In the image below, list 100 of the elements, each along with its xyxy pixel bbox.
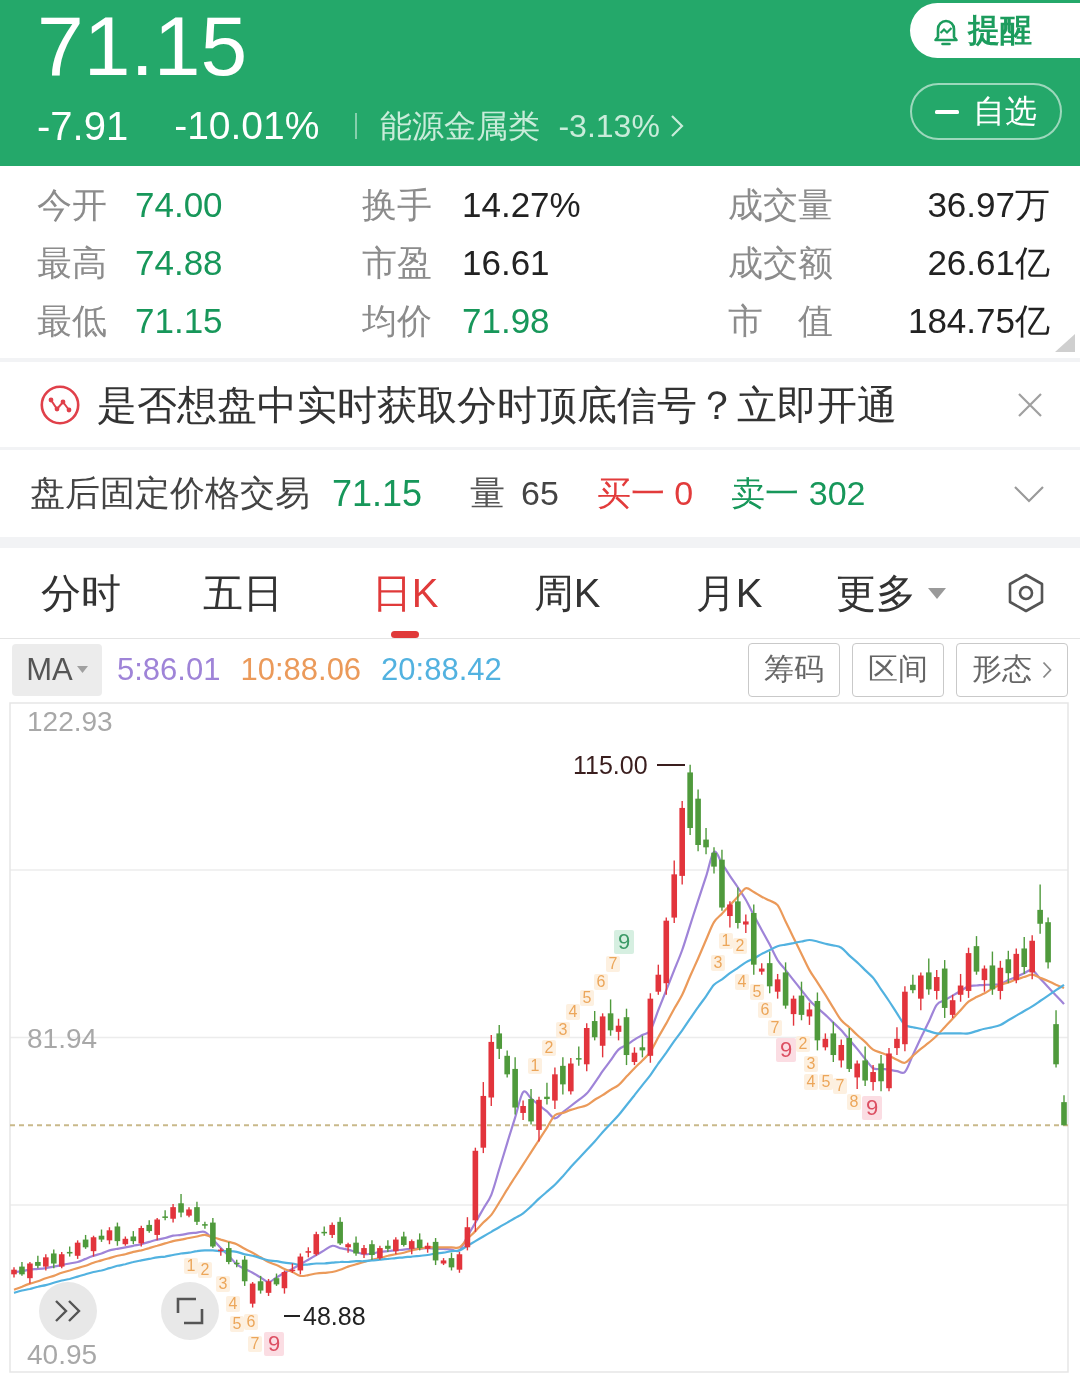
sector-change: -3.13% bbox=[558, 107, 660, 146]
percent-change: -10.01% bbox=[174, 103, 320, 149]
candlestick bbox=[1037, 883, 1043, 935]
axis-price-label: 81.94 bbox=[27, 1023, 98, 1054]
after-hours-title: 盘后固定价格交易 bbox=[30, 472, 310, 514]
candlestick bbox=[504, 1049, 510, 1079]
volume-label: 量 bbox=[470, 472, 506, 514]
period-tab[interactable]: 分时 bbox=[41, 570, 121, 616]
period-tab[interactable]: 周K bbox=[533, 570, 601, 616]
chevron-right-icon bbox=[1042, 660, 1052, 679]
candlestick bbox=[194, 1201, 200, 1226]
stat-value: 71.15 bbox=[135, 300, 223, 342]
sequence-count-label: 4 bbox=[566, 1004, 580, 1020]
candlestick bbox=[178, 1193, 184, 1218]
candlestick bbox=[337, 1216, 343, 1246]
sequence-count-label: 5 bbox=[750, 984, 764, 1000]
candlestick bbox=[170, 1203, 176, 1224]
candlestick bbox=[496, 1024, 503, 1060]
chart-tool-button[interactable]: 区间 bbox=[852, 642, 944, 697]
candlestick bbox=[138, 1224, 145, 1248]
period-tab[interactable]: 五日 bbox=[203, 570, 283, 616]
sequence-count-label: 3 bbox=[804, 1056, 818, 1072]
more-menu-tab[interactable]: 更多 bbox=[836, 570, 946, 616]
candlestick bbox=[90, 1235, 97, 1258]
sequence-count-label: 7 bbox=[248, 1336, 262, 1352]
candlestick bbox=[925, 957, 932, 996]
chart-tool-button[interactable]: 筹码 bbox=[748, 642, 840, 697]
candlestick bbox=[210, 1217, 216, 1249]
stat-label: 最高 bbox=[37, 242, 107, 284]
alert-button[interactable]: 提醒 bbox=[910, 3, 1080, 58]
top-signal-label: 9 bbox=[614, 930, 634, 954]
candlestick bbox=[933, 969, 940, 1001]
stat-value: 184.75亿 bbox=[907, 300, 1050, 342]
double-chevron-icon bbox=[54, 1299, 82, 1323]
stat-value: 36.97万 bbox=[927, 184, 1050, 226]
candlestick bbox=[854, 1059, 860, 1090]
moving-average-value: 20:88.42 bbox=[381, 651, 502, 688]
close-icon[interactable] bbox=[1017, 391, 1043, 418]
sequence-count-label: 3 bbox=[216, 1276, 230, 1292]
sequence-count-label: 3 bbox=[711, 955, 725, 971]
bottom-signal-label: 9 bbox=[776, 1038, 796, 1062]
period-tab[interactable]: 日K bbox=[371, 570, 439, 638]
candlestick bbox=[727, 900, 733, 929]
dropdown-triangle-icon[interactable] bbox=[928, 587, 946, 599]
period-tab[interactable]: 月K bbox=[695, 570, 763, 616]
stat-label: 市 值 bbox=[728, 300, 833, 342]
stat-value: 74.88 bbox=[135, 242, 223, 284]
sequence-count-label: 1 bbox=[184, 1258, 198, 1274]
chart-tool-button[interactable]: 形态 bbox=[956, 642, 1068, 697]
leader-line bbox=[657, 764, 685, 766]
sequence-count-label: 8 bbox=[847, 1094, 861, 1110]
corner-triangle-icon[interactable] bbox=[1055, 334, 1075, 352]
leader-line bbox=[284, 1315, 300, 1317]
bottom-signal-label: 9 bbox=[862, 1096, 882, 1120]
stat-label: 市盈 bbox=[362, 242, 432, 284]
sequence-count-label: 1 bbox=[719, 933, 733, 949]
dropdown-triangle-icon[interactable] bbox=[76, 666, 88, 673]
chevron-down-icon[interactable] bbox=[1013, 484, 1045, 503]
candlestick bbox=[162, 1209, 168, 1221]
stock-price: 71.15 bbox=[37, 0, 248, 92]
candlestick bbox=[456, 1251, 463, 1274]
candlestick bbox=[862, 1045, 868, 1087]
bid-quote: 买一 0 bbox=[596, 472, 694, 514]
moving-average-value: 5:86.01 bbox=[117, 651, 221, 688]
after-hours-price: 71.15 bbox=[332, 472, 423, 515]
stat-value: 71.98 bbox=[462, 300, 550, 342]
candlestick bbox=[345, 1241, 351, 1254]
candlestick bbox=[774, 973, 781, 1000]
candlestick bbox=[703, 827, 709, 855]
candlestick bbox=[949, 994, 956, 1019]
candlestick bbox=[520, 1099, 526, 1121]
sequence-count-label: 6 bbox=[594, 974, 608, 990]
candlestick bbox=[806, 1001, 813, 1026]
sequence-count-label: 7 bbox=[768, 1020, 782, 1036]
candlestick bbox=[870, 1064, 876, 1092]
candlestick bbox=[1061, 1094, 1067, 1126]
sequence-count-label: 1 bbox=[528, 1058, 542, 1074]
signal-chart-icon bbox=[40, 384, 80, 425]
sequence-count-label: 2 bbox=[796, 1036, 810, 1052]
sequence-count-label: 2 bbox=[542, 1040, 556, 1056]
ask-quote: 卖一 302 bbox=[731, 472, 866, 514]
candlestick bbox=[878, 1054, 884, 1093]
candlestick bbox=[1021, 936, 1028, 975]
volume-value: 65 bbox=[521, 474, 559, 513]
indicator-dropdown[interactable]: MA bbox=[12, 643, 102, 696]
candlestick bbox=[575, 1045, 582, 1067]
chevron-right-icon[interactable] bbox=[669, 114, 684, 138]
sequence-count-label: 4 bbox=[735, 974, 749, 990]
candlestick bbox=[910, 974, 916, 994]
candlestick bbox=[735, 886, 741, 930]
axis-price-label: 122.93 bbox=[27, 707, 113, 737]
candlestick bbox=[830, 1021, 837, 1063]
candlestick bbox=[1005, 950, 1012, 984]
high-price-label: 115.00 bbox=[573, 752, 648, 778]
settings-icon[interactable] bbox=[1006, 573, 1046, 613]
candlestick bbox=[353, 1235, 359, 1257]
candlestick bbox=[743, 913, 749, 934]
candlestick bbox=[560, 1056, 566, 1096]
sequence-count-label: 5 bbox=[580, 990, 594, 1006]
stat-label: 成交额 bbox=[728, 242, 833, 284]
